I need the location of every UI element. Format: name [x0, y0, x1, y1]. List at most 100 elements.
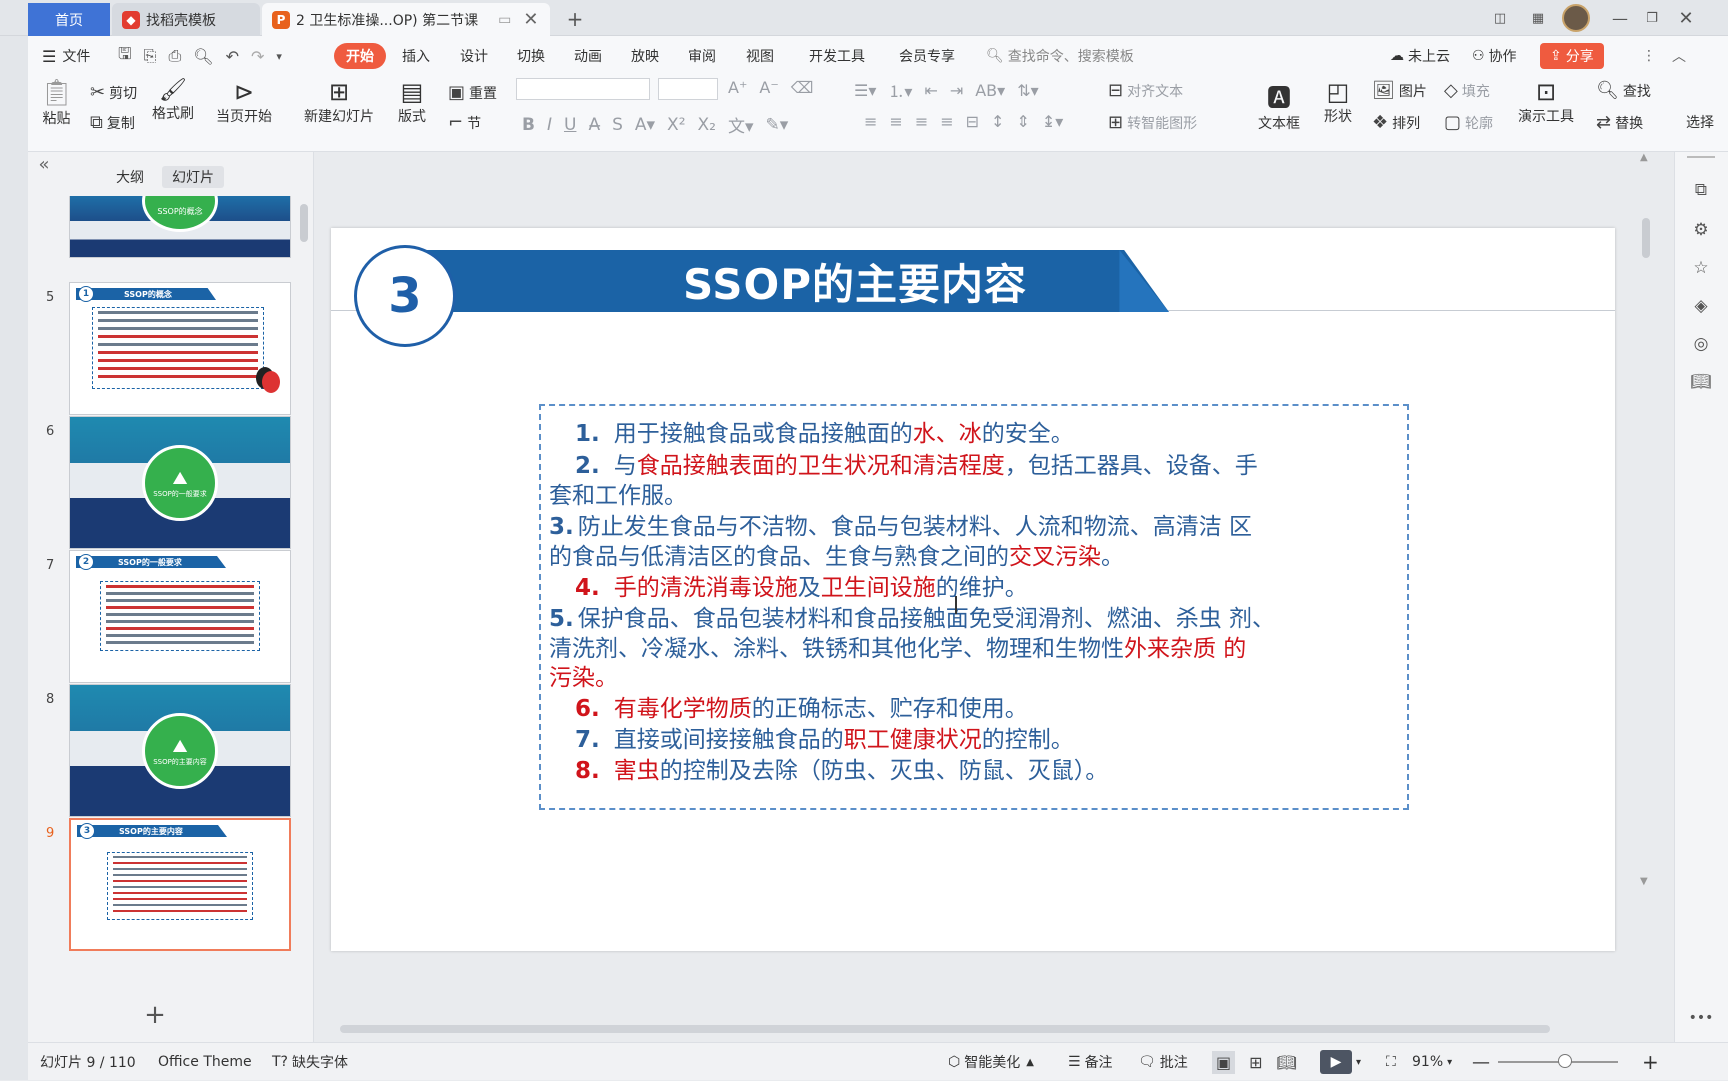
- thumb-scrollbar[interactable]: [300, 204, 308, 242]
- star-icon[interactable]: ☆: [1687, 254, 1715, 282]
- slide-title[interactable]: SSOP的主要内容: [631, 250, 1079, 312]
- underline-icon[interactable]: U: [564, 115, 576, 135]
- picture-button[interactable]: 🖼︎ 图片: [1372, 80, 1427, 101]
- shadow-icon[interactable]: S: [612, 115, 623, 135]
- content-textbox[interactable]: 1. 用于接触食品或食品接触面的水、冰的安全。 2. 与食品接触表面的卫生状况和清洁程…: [539, 404, 1409, 810]
- menu-insert[interactable]: 插入: [402, 36, 430, 76]
- textbox-button[interactable]: 🅰︎ 文本框: [1258, 78, 1300, 133]
- notes-button[interactable]: ☰ 备注: [1068, 1043, 1113, 1081]
- beautify-button[interactable]: ⬡ 智能美化 ▲: [948, 1043, 1034, 1081]
- line-spacing-icon[interactable]: ↕: [991, 112, 1004, 131]
- normal-view-icon[interactable]: ▣: [1212, 1050, 1236, 1074]
- para-spacing-icon[interactable]: ⇕: [1016, 112, 1029, 131]
- tab-outline[interactable]: 大纲: [110, 166, 150, 188]
- zoom-out-icon[interactable]: —: [1472, 1043, 1490, 1081]
- close-window-icon[interactable]: ✕: [1672, 6, 1700, 30]
- font-size-select[interactable]: [658, 78, 718, 100]
- print-icon[interactable]: ⎙: [168, 46, 181, 66]
- design-icon[interactable]: ◈: [1687, 292, 1715, 320]
- comment-button[interactable]: 🗨︎ 批注: [1138, 1043, 1188, 1081]
- save-icon[interactable]: 🖫: [118, 43, 132, 70]
- undo-icon[interactable]: ↶: [226, 47, 239, 66]
- zoom-in-icon[interactable]: +: [1642, 1043, 1659, 1081]
- menu-animation[interactable]: 动画: [574, 36, 602, 76]
- reading-view-icon[interactable]: 📖︎: [1277, 1053, 1297, 1072]
- shrink-font-icon[interactable]: A⁻: [759, 78, 778, 97]
- slide-thumbnail-6[interactable]: ⛰ SSOP的一般要求: [69, 416, 291, 549]
- section-number-badge[interactable]: 3: [354, 245, 456, 347]
- menu-review[interactable]: 审阅: [688, 36, 716, 76]
- more-menu-icon[interactable]: ⋮: [1642, 36, 1656, 76]
- section-button[interactable]: ⌐ 节: [448, 112, 481, 133]
- new-slide-button[interactable]: ⊞ 新建幻灯片: [304, 78, 374, 126]
- justify-icon[interactable]: ≡: [940, 112, 953, 131]
- tab-slides[interactable]: 幻灯片: [162, 166, 224, 188]
- increase-indent-icon[interactable]: ⇥: [950, 81, 963, 100]
- zoom-select[interactable]: 91% ▾: [1412, 1043, 1452, 1081]
- align-center-icon[interactable]: ≡: [889, 112, 902, 131]
- grow-font-icon[interactable]: A⁺: [728, 78, 747, 97]
- minimize-icon[interactable]: —: [1606, 6, 1634, 30]
- reset-button[interactable]: ▣ 重置: [448, 82, 497, 103]
- select-button[interactable]: 选择: [1686, 112, 1716, 132]
- pin-icon[interactable]: ▭: [498, 12, 511, 28]
- font-family-select[interactable]: [516, 78, 650, 100]
- format-painter-button[interactable]: 🖌︎ 格式刷: [152, 78, 194, 123]
- zoom-slider-thumb[interactable]: [1558, 1054, 1572, 1068]
- properties-icon[interactable]: ⚙: [1687, 216, 1715, 244]
- add-slide-icon[interactable]: +: [140, 1000, 170, 1030]
- text-direction-icon[interactable]: ⇅▾: [1017, 81, 1038, 100]
- numbered-list-icon[interactable]: ⒈▾: [888, 78, 912, 102]
- play-slideshow-button[interactable]: ▶ ▾: [1320, 1043, 1361, 1081]
- subscript-icon[interactable]: X₂: [698, 115, 716, 135]
- tab-template[interactable]: ◆ 找稻壳模板: [112, 3, 260, 36]
- tab-home[interactable]: 首页: [28, 3, 110, 36]
- highlight-icon[interactable]: ✎▾: [766, 115, 789, 135]
- replace-button[interactable]: ⇄ 替换: [1596, 112, 1643, 133]
- slide-thumbnail-4[interactable]: SSOP的概念: [69, 196, 291, 258]
- menu-transition[interactable]: 切换: [517, 36, 545, 76]
- export-icon[interactable]: ⎘: [144, 46, 157, 66]
- apps-grid-icon[interactable]: ▦: [1524, 6, 1552, 30]
- slide-thumbnail-5[interactable]: SSOP的概念 1: [69, 282, 291, 415]
- collab-button[interactable]: ⚇ 协作: [1472, 36, 1517, 76]
- slide-thumbnail-8[interactable]: ⛰ SSOP的主要内容: [69, 684, 291, 817]
- text-case-icon[interactable]: AB▾: [975, 81, 1005, 100]
- phonetic-icon[interactable]: 文▾: [728, 112, 754, 137]
- shape-button[interactable]: ◰ 形状: [1324, 78, 1352, 126]
- collapse-ribbon-icon[interactable]: ︿: [1672, 36, 1686, 76]
- animation-pane-icon[interactable]: ⧉: [1687, 176, 1715, 204]
- cloud-status[interactable]: ☁ 未上云: [1390, 36, 1450, 76]
- tab-document[interactable]: P 2 卫生标准操...OP) 第二节课 ▭ ✕: [262, 3, 550, 36]
- layout-button[interactable]: ▤ 版式: [398, 78, 426, 126]
- reader-icon[interactable]: 📖︎: [1687, 368, 1715, 396]
- missing-font-button[interactable]: T? 缺失字体: [272, 1043, 348, 1081]
- spacing-more-icon[interactable]: ↨▾: [1042, 112, 1063, 131]
- menu-member[interactable]: 会员专享: [899, 36, 955, 76]
- font-color-icon[interactable]: A▾: [635, 115, 655, 135]
- redo-icon[interactable]: ↷: [251, 47, 264, 66]
- slide[interactable]: SSOP的主要内容 3 1. 用于接触食品或食品接触面的水、冰的安全。 2. 与食品接…: [331, 228, 1615, 951]
- clear-format-icon[interactable]: ⌫: [791, 78, 814, 97]
- close-tab-icon[interactable]: ✕: [523, 9, 538, 30]
- arrange-button[interactable]: ❖ 排列: [1372, 112, 1420, 133]
- paste-button[interactable]: 📋︎ 粘贴: [40, 78, 73, 128]
- copy-button[interactable]: ⧉ 复制: [90, 112, 135, 133]
- align-right-icon[interactable]: ≡: [915, 112, 928, 131]
- italic-icon[interactable]: I: [547, 115, 552, 135]
- menu-view[interactable]: 视图: [746, 36, 774, 76]
- distribute-icon[interactable]: ⊟: [966, 112, 979, 131]
- collapse-panel-icon[interactable]: «: [32, 152, 56, 176]
- more-quick-icon[interactable]: ▾: [276, 50, 282, 63]
- compass-icon[interactable]: ◎: [1687, 330, 1715, 358]
- menu-developer[interactable]: 开发工具: [809, 36, 865, 76]
- theme-name[interactable]: Office Theme: [158, 1043, 252, 1081]
- align-text-button[interactable]: ⊟ 对齐文本: [1108, 80, 1183, 101]
- share-button[interactable]: ⇪ 分享: [1540, 43, 1604, 69]
- horizontal-scrollbar[interactable]: [314, 1022, 1624, 1036]
- layout-toggle-icon[interactable]: ◫: [1486, 6, 1514, 30]
- menu-design[interactable]: 设计: [460, 36, 488, 76]
- slide-thumbnail-7[interactable]: SSOP的一般要求 2: [69, 550, 291, 683]
- bullet-list-icon[interactable]: ☰▾: [854, 81, 876, 100]
- new-tab-icon[interactable]: +: [562, 6, 588, 32]
